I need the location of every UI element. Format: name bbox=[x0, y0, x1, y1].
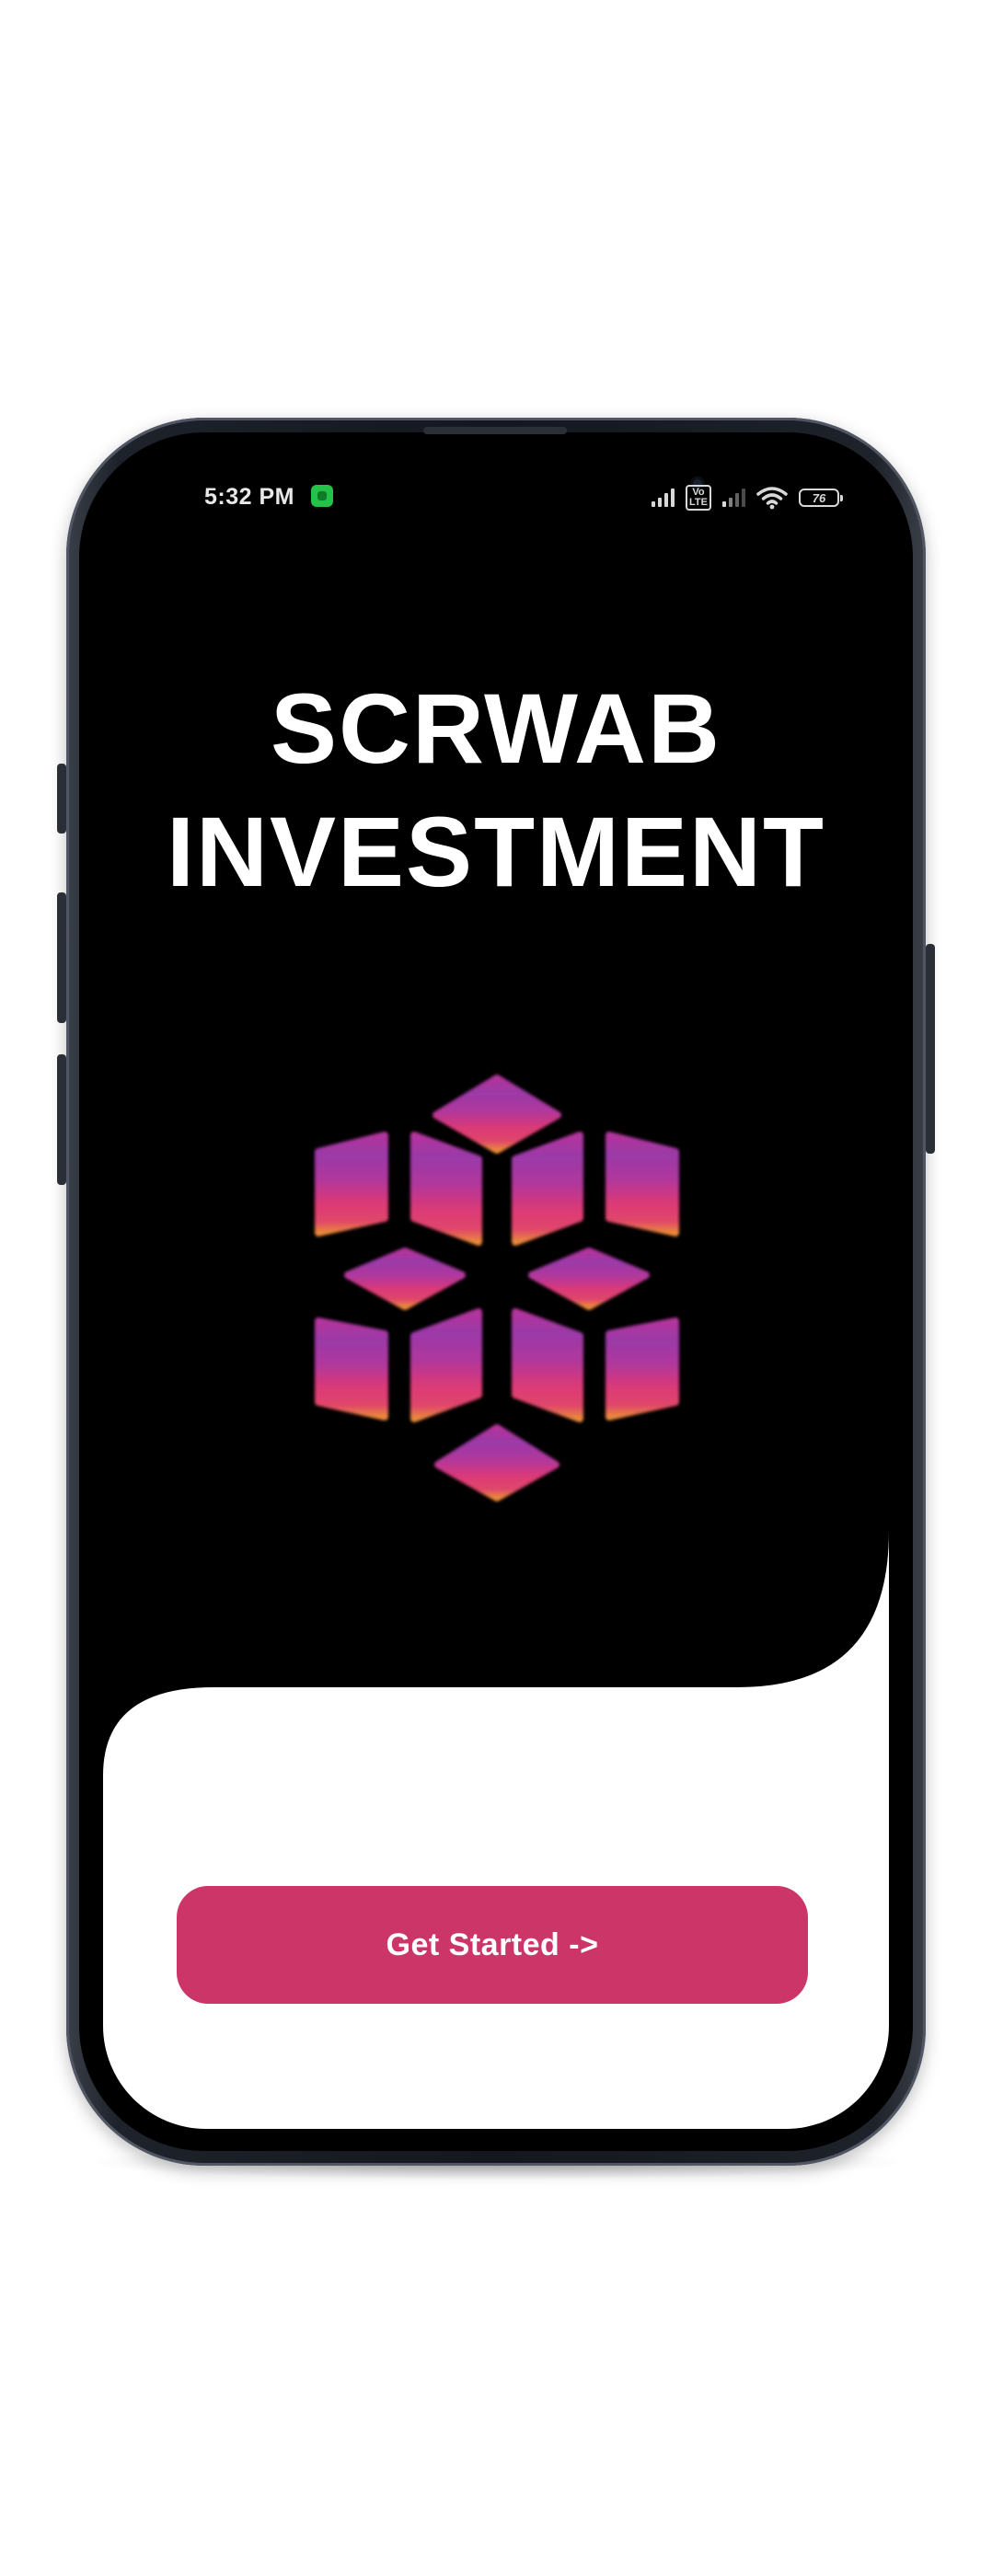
signal-strength-icon bbox=[652, 489, 675, 507]
wifi-icon bbox=[756, 487, 788, 510]
mute-switch bbox=[57, 764, 66, 834]
signal-strength-2-icon bbox=[722, 489, 745, 507]
app-title-line-2: INVESTMENT bbox=[166, 796, 826, 907]
notification-app-icon bbox=[311, 485, 333, 507]
get-started-button[interactable]: Get Started -> bbox=[177, 1886, 808, 2004]
battery-icon: 76 bbox=[799, 489, 843, 507]
power-button bbox=[926, 944, 935, 1154]
status-icons: Vo LTE 76 bbox=[652, 482, 843, 513]
volume-up-button bbox=[57, 892, 66, 1023]
status-time: 5:32 PM bbox=[204, 484, 294, 510]
volte-icon: Vo LTE bbox=[686, 485, 711, 511]
hexagon-cube-logo-icon bbox=[315, 1075, 679, 1501]
earpiece-speaker bbox=[423, 427, 567, 434]
battery-level: 76 bbox=[812, 490, 826, 505]
status-bar: 5:32 PM Vo LTE 76 bbox=[103, 482, 889, 519]
app-screen: 5:32 PM Vo LTE 76 SCRWAB INVESTMENT Get … bbox=[103, 454, 889, 2129]
volume-down-button bbox=[57, 1054, 66, 1185]
app-title-line-1: SCRWAB bbox=[270, 673, 722, 784]
